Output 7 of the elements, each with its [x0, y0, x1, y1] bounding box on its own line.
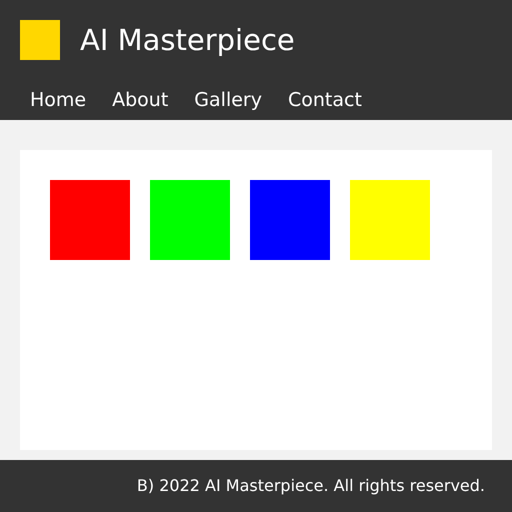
- nav-link[interactable]: Gallery: [194, 90, 262, 110]
- site-title: AI Masterpiece: [80, 26, 295, 54]
- nav-link[interactable]: Home: [30, 90, 86, 110]
- nav-link[interactable]: About: [112, 90, 168, 110]
- logo-icon: [20, 20, 60, 60]
- nav-link[interactable]: Contact: [288, 90, 362, 110]
- copyright-text: B) 2022 AI Masterpiece. All rights reserved.: [136, 475, 485, 497]
